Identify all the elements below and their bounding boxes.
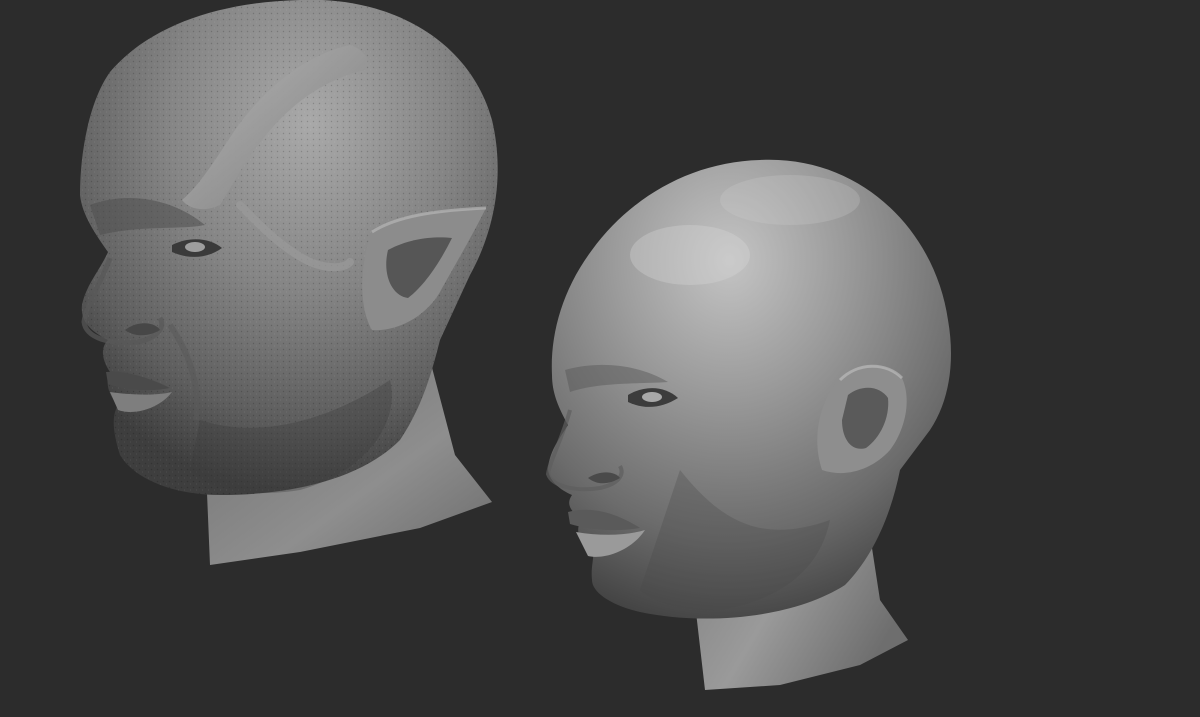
male-eyeball-highlight: [185, 242, 205, 252]
sculpt-viewport[interactable]: [0, 0, 1200, 717]
female-forehead-highlight: [630, 225, 750, 285]
female-crown-highlight: [720, 175, 860, 225]
textured-male-head[interactable]: [80, 0, 498, 565]
female-eyeball-highlight: [642, 392, 662, 402]
smooth-female-head[interactable]: [545, 159, 951, 690]
scene-render: [80, 0, 951, 690]
